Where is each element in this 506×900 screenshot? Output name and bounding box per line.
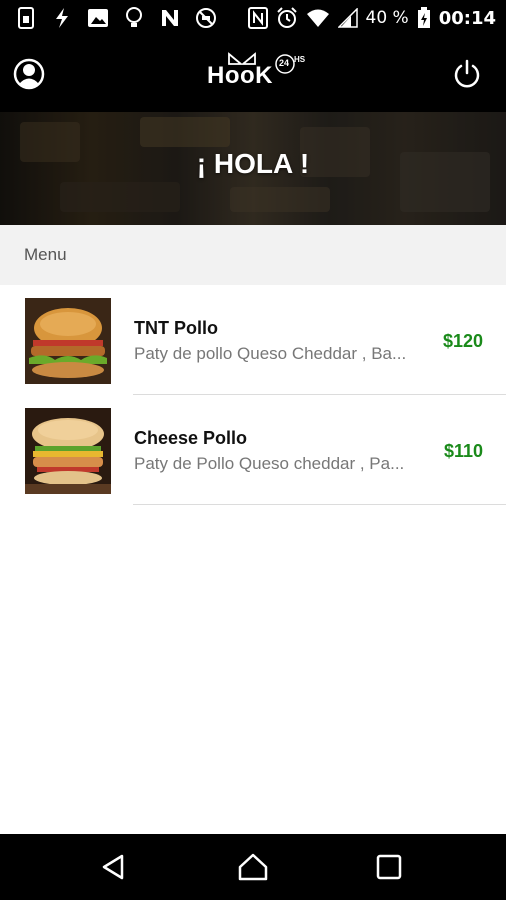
back-icon <box>102 854 124 880</box>
burger-image <box>25 408 111 494</box>
item-description: Paty de pollo Queso Cheddar , Ba... <box>134 344 407 363</box>
divider <box>133 504 506 505</box>
no-data-icon <box>194 6 218 30</box>
power-button[interactable] <box>452 59 482 89</box>
back-button[interactable] <box>98 851 130 883</box>
menu-item[interactable]: TNT Pollo Paty de pollo Queso Cheddar , … <box>0 285 506 395</box>
sim-card-icon <box>14 6 38 30</box>
n-letter-icon <box>158 6 182 30</box>
nfc-icon <box>247 6 268 30</box>
battery-percentage: 40 % <box>365 8 409 28</box>
status-bar-left-icons <box>14 6 218 30</box>
item-price: $110 <box>443 441 483 461</box>
recents-icon <box>376 854 402 880</box>
status-bar-right-icons: 40 % 00:14 <box>247 6 496 30</box>
item-description: Paty de Pollo Queso cheddar , Pa... <box>134 454 405 473</box>
navigation-bar <box>0 834 506 900</box>
profile-button[interactable] <box>13 58 45 90</box>
burger-image <box>25 298 111 384</box>
menu-section-header: Menu <box>0 225 506 285</box>
logo-badge: 24 <box>279 58 290 68</box>
home-button[interactable] <box>237 851 269 883</box>
signal-icon <box>337 6 358 30</box>
alarm-icon <box>276 6 298 30</box>
menu-item[interactable]: Cheese Pollo Paty de Pollo Queso cheddar… <box>0 395 506 505</box>
image-icon <box>86 6 110 30</box>
logo-badge-suffix: HS <box>294 55 306 64</box>
power-icon <box>454 59 480 88</box>
item-price: $120 <box>442 331 483 351</box>
item-name: TNT Pollo <box>134 318 218 338</box>
app-bar: HooK 24 HS <box>0 38 506 112</box>
status-bar: 40 % 00:14 <box>0 0 506 38</box>
logo-text: HooK <box>207 62 273 89</box>
hero-title: ¡ HOLA ! <box>196 148 310 179</box>
hero-banner: ¡ HOLA ! <box>0 112 506 225</box>
clock-time: 00:14 <box>438 7 496 29</box>
battery-icon <box>417 6 431 30</box>
lightbulb-icon <box>122 6 146 30</box>
flash-icon <box>50 6 74 30</box>
profile-icon <box>13 58 45 90</box>
item-name: Cheese Pollo <box>134 428 248 448</box>
recents-button[interactable] <box>373 851 405 883</box>
home-icon <box>238 853 268 881</box>
menu-list: TNT Pollo Paty de pollo Queso Cheddar , … <box>0 285 506 505</box>
app-logo: HooK 24 HS <box>205 52 315 96</box>
wifi-icon <box>306 6 330 30</box>
section-title: Menu <box>24 245 67 264</box>
